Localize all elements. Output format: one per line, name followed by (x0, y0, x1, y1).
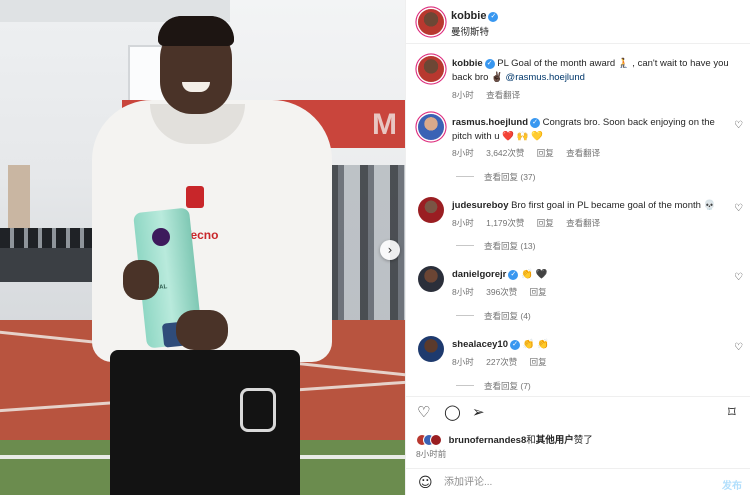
comment-time[interactable]: 8小时 (452, 148, 474, 158)
author-name-text[interactable]: kobbie (451, 10, 486, 22)
post-photo[interactable]: M Tecno GOAL › (0, 0, 405, 495)
heart-icon[interactable]: ♡ (734, 272, 743, 283)
comment-meta: 8小时 396次赞 回复 (452, 286, 557, 298)
heart-icon[interactable]: ♡ (734, 203, 743, 214)
premier-league-lion-icon (152, 228, 170, 246)
comment-likes[interactable]: 3,642次赞 (486, 148, 524, 158)
action-bar: ♡ ◯ ➢ ⌑ (406, 396, 750, 426)
verified-badge-icon: ✓ (510, 340, 520, 350)
comment-text: danielgorejr ✓ 👏 🖤 (452, 268, 730, 282)
commenter-avatar[interactable] (418, 197, 444, 223)
verified-badge-icon: ✓ (484, 59, 495, 69)
hair-top (158, 16, 234, 46)
verified-badge-icon: ✓ (488, 12, 499, 22)
commenter-avatar[interactable] (418, 336, 444, 362)
caption-meta: 8小时 查看翻译 (452, 89, 530, 101)
club-crest (186, 186, 204, 208)
comment-text: judesureboy Bro first goal in PL became … (452, 199, 730, 213)
post-header: kobbie ✓ 曼彻斯特 (406, 0, 750, 44)
liked-by-suffix: 赞了 (573, 435, 593, 446)
comment-item: judesureboy Bro first goal in PL became … (406, 197, 750, 255)
comment-likes[interactable]: 396次赞 (486, 287, 517, 297)
comment-body: 👏 🖤 (521, 269, 548, 280)
post-location[interactable]: 曼彻斯特 (451, 24, 489, 38)
hand (176, 310, 228, 350)
comment-translate-link[interactable]: 查看翻译 (566, 218, 600, 228)
caption-mention-link[interactable]: @rasmus.hoejlund (506, 72, 585, 83)
comment-item: rasmus.hoejlund ✓ Congrats bro. Soon back… (406, 114, 750, 186)
comment-bar: ☺ 发布 (406, 468, 750, 495)
comment-username[interactable]: rasmus.hoejlund (452, 117, 528, 128)
comment-body: Bro first goal in PL became goal of the … (511, 200, 716, 211)
emoji-icon[interactable]: ☺ (418, 475, 433, 491)
share-icon[interactable]: ➢ (472, 403, 485, 421)
view-replies-button[interactable]: 查看回复 (7) (456, 380, 531, 392)
heart-icon[interactable]: ♡ (417, 403, 430, 421)
comment-username[interactable]: danielgorejr (452, 269, 506, 280)
comment-text: rasmus.hoejlund ✓ Congrats bro. Soon back… (452, 116, 730, 144)
heart-icon[interactable]: ♡ (734, 342, 743, 353)
caption-avatar[interactable] (418, 56, 444, 82)
bookmark-icon[interactable]: ⌑ (728, 403, 736, 421)
comment-time[interactable]: 8小时 (452, 287, 474, 297)
comment-meta: 8小时 227次赞 回复 (452, 356, 557, 368)
comment-meta: 8小时 3,642次赞 回复 查看翻译 (452, 147, 610, 159)
liked-by-connector: 和 (526, 435, 536, 446)
comment-meta: 8小时 1,179次赞 回复 查看翻译 (452, 217, 610, 229)
commenter-avatar[interactable] (418, 114, 444, 140)
commenter-avatar[interactable] (418, 266, 444, 292)
comment-username[interactable]: judesureboy (452, 200, 509, 211)
comment-username[interactable]: shealacey10 (452, 339, 508, 350)
liked-by: bruno​fernandes8和其他用户赞了 (416, 432, 593, 446)
author-username[interactable]: kobbie ✓ (451, 10, 499, 22)
verified-badge-icon: ✓ (530, 118, 541, 128)
view-replies-button[interactable]: 查看回复 (4) (456, 310, 531, 322)
comment-reply-button[interactable]: 回复 (530, 357, 547, 367)
comment-item: danielgorejr ✓ 👏 🖤 8小时 396次赞 回复 查看回复 (4) … (406, 266, 750, 324)
caption-username[interactable]: kobbie (452, 58, 483, 69)
trousers-logo (240, 388, 276, 432)
chevron-right-icon[interactable]: › (380, 240, 400, 260)
comment-text: shealacey10 ✓ 👏 👏 (452, 338, 730, 352)
liked-by-others-link[interactable]: 其他用户 (536, 435, 574, 446)
comment-reply-button[interactable]: 回复 (530, 287, 547, 297)
comment-reply-button[interactable]: 回复 (537, 218, 554, 228)
comment-likes[interactable]: 1,179次赞 (486, 218, 524, 228)
comment-icon[interactable]: ◯ (444, 403, 461, 421)
caption-time[interactable]: 8小时 (452, 90, 474, 100)
comment-reply-button[interactable]: 回复 (537, 148, 554, 158)
liker-avatar (430, 434, 442, 446)
comment-time[interactable]: 8小时 (452, 357, 474, 367)
comment-body: 👏 👏 (522, 339, 549, 350)
author-avatar[interactable] (418, 9, 444, 35)
caption-text: kobbie ✓ PL Goal of the month award 🧎 , c… (452, 57, 730, 85)
hand (123, 260, 159, 300)
post-timestamp[interactable]: 8小时前 (416, 448, 446, 460)
caption-translate-link[interactable]: 查看翻译 (486, 90, 520, 100)
view-replies-button[interactable]: 查看回复 (13) (456, 240, 535, 252)
verified-badge-icon: ✓ (508, 270, 519, 280)
comment-time[interactable]: 8小时 (452, 218, 474, 228)
heart-icon[interactable]: ♡ (734, 120, 743, 131)
comment-likes[interactable]: 227次赞 (486, 357, 517, 367)
liked-by-user[interactable]: bruno​fernandes8 (449, 435, 527, 446)
wall-letter: M (372, 108, 397, 141)
caption: kobbie ✓ PL Goal of the month award 🧎 , c… (406, 54, 750, 102)
comment-translate-link[interactable]: 查看翻译 (566, 148, 600, 158)
comment-item: shealacey10 ✓ 👏 👏 8小时 227次赞 回复 查看回复 (7) ♡ (406, 336, 750, 394)
comment-input[interactable] (444, 474, 694, 491)
post-comment-button[interactable]: 发布 (722, 477, 742, 492)
post-panel: kobbie ✓ 曼彻斯特 kobbie ✓ PL Goal of the mont… (405, 0, 750, 495)
view-replies-button[interactable]: 查看回复 (37) (456, 171, 535, 183)
